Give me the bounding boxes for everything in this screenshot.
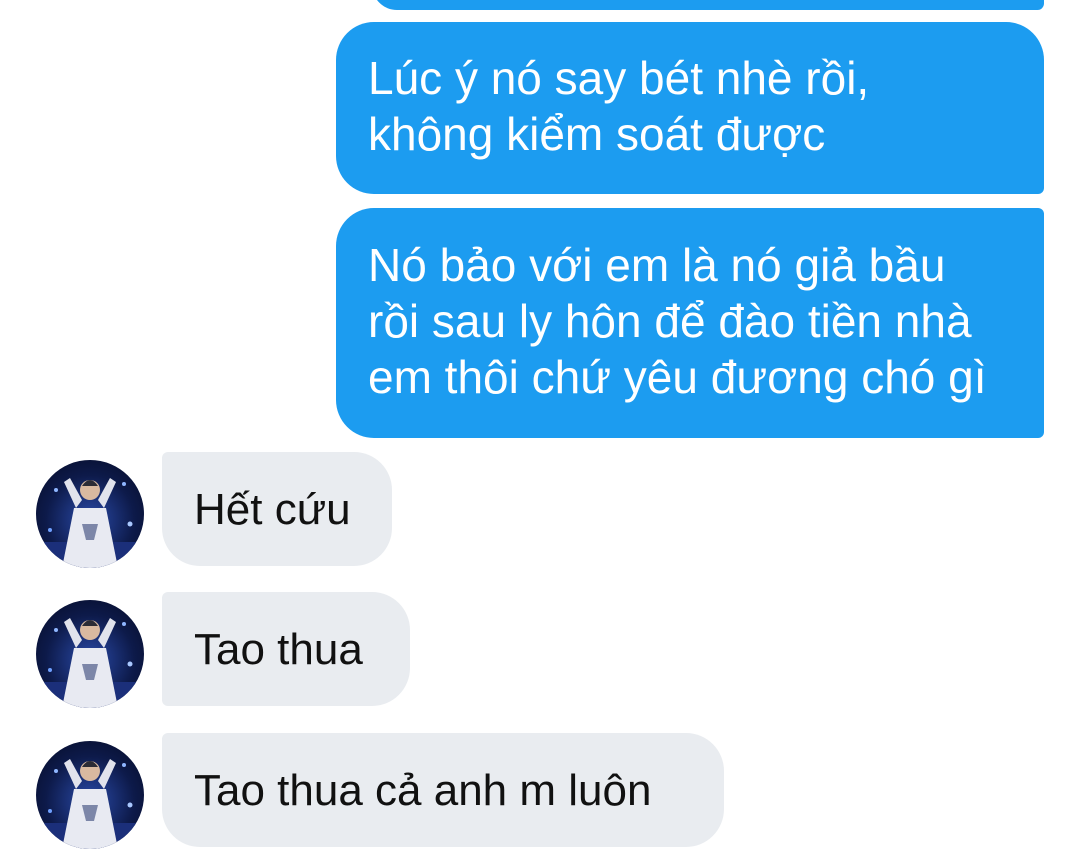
outgoing-message-bubble[interactable]: Nó bảo với em là nó giả bầu rồi sau ly h…	[336, 208, 1044, 438]
outgoing-message-bubble[interactable]: Lúc ý nó say bét nhè rồi, không kiểm soá…	[336, 22, 1044, 194]
contact-avatar[interactable]	[36, 741, 144, 849]
message-text-line: Lúc ý nó say bét nhè rồi,	[368, 52, 870, 104]
incoming-message-bubble[interactable]: Tao thua	[162, 592, 410, 706]
message-text-line: rồi sau ly hôn để đào tiền nhà	[368, 295, 972, 347]
incoming-message-bubble[interactable]: Hết cứu	[162, 452, 392, 566]
message-text-line: em thôi chứ yêu đương chó gì	[368, 351, 987, 403]
contact-avatar[interactable]	[36, 600, 144, 708]
message-text-line: không kiểm soát được	[368, 108, 826, 160]
avatar-photo-icon	[44, 759, 136, 849]
message-text-line: Nó bảo với em là nó giả bầu	[368, 239, 946, 291]
outgoing-message-bubble-partial[interactable]	[372, 0, 1044, 10]
message-thread: Lúc ý nó say bét nhè rồi, không kiểm soá…	[0, 0, 1080, 866]
avatar-photo-icon	[44, 478, 136, 568]
incoming-message-bubble[interactable]: Tao thua cả anh m luôn	[162, 733, 724, 847]
avatar-photo-icon	[44, 618, 136, 708]
contact-avatar[interactable]	[36, 460, 144, 568]
